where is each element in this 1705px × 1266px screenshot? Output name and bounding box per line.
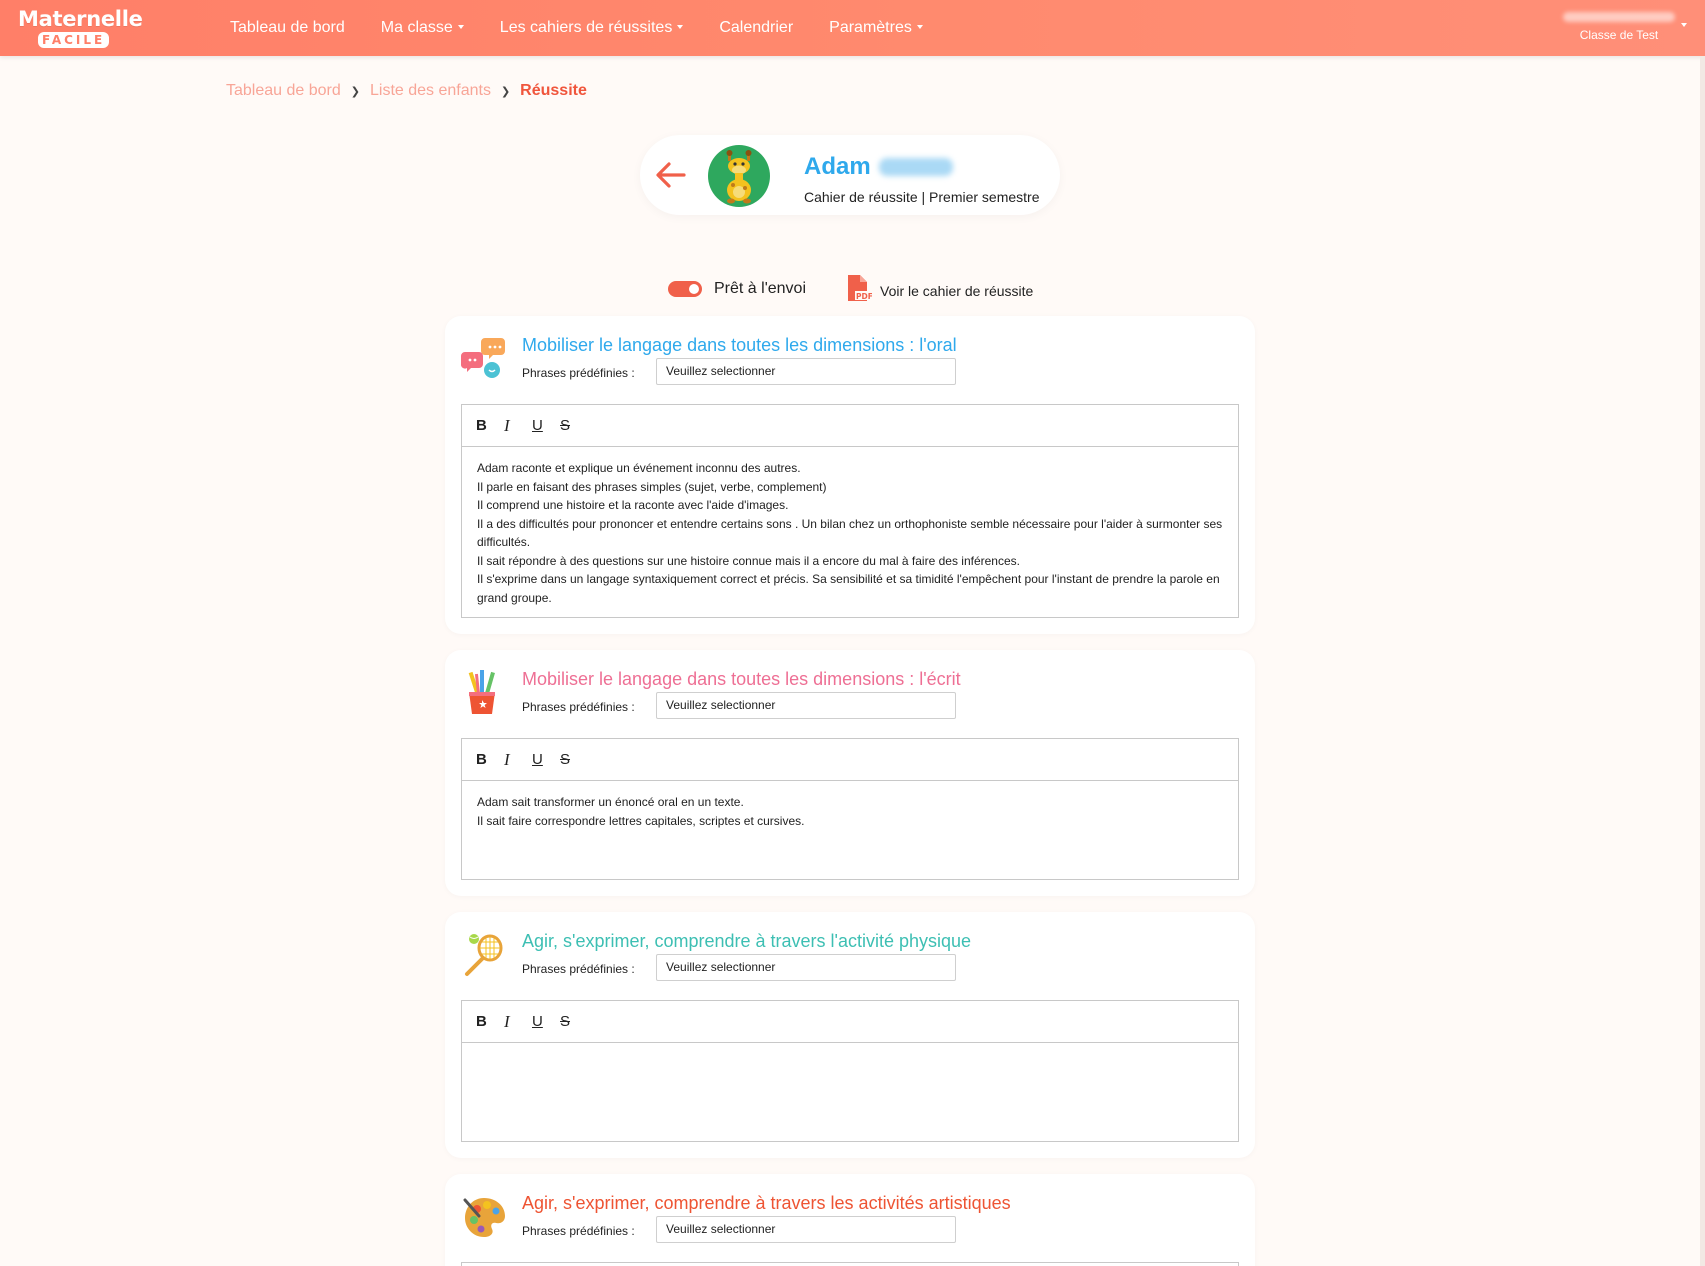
ready-to-send-label: Prêt à l'envoi — [714, 280, 806, 297]
back-arrow-icon[interactable] — [654, 161, 686, 189]
italic-button[interactable]: I — [504, 416, 532, 436]
section-card-activite-physique: Agir, s'exprimer, comprendre à travers l… — [445, 912, 1255, 1158]
strikethrough-button[interactable]: S — [560, 417, 588, 434]
app-logo[interactable]: Maternelle FACILE — [18, 7, 150, 49]
user-menu[interactable]: Classe de Test — [1559, 10, 1679, 42]
nav-success-books-label: Les cahiers de réussites — [499, 19, 673, 36]
breadcrumb-children-list[interactable]: Liste des enfants — [370, 82, 491, 100]
breadcrumb-chevron-icon: ❯ — [350, 85, 360, 98]
editor-line: Adam sait transformer un énoncé oral en … — [477, 795, 744, 809]
user-class-name: Classe de Test — [1579, 28, 1659, 42]
nav-dashboard[interactable]: Tableau de bord — [230, 19, 345, 37]
predefined-phrases-select[interactable]: Veuillez selectionner — [656, 1216, 956, 1243]
student-first-name: Adam — [804, 153, 871, 180]
nav-settings-label: Paramètres — [829, 19, 912, 36]
user-menu-chevron-icon[interactable] — [1681, 23, 1687, 27]
editor-line: Il comprend une histoire et la raconte a… — [477, 498, 789, 512]
underline-button[interactable]: U — [532, 1013, 560, 1030]
top-navbar: Maternelle FACILE Tableau de bord Ma cla… — [0, 0, 1705, 56]
pencil-cup-icon — [468, 670, 495, 714]
scrollbar[interactable] — [1700, 0, 1705, 1266]
chevron-down-icon — [457, 24, 464, 29]
strikethrough-button[interactable]: S — [560, 751, 588, 768]
predefined-phrases-label: Phrases prédéfinies : — [522, 1224, 635, 1238]
chevron-down-icon — [916, 24, 923, 29]
student-last-name-redacted — [878, 158, 953, 176]
palette-icon — [463, 1198, 505, 1237]
student-book-subtitle: Cahier de réussite | Premier semestre — [804, 189, 1040, 205]
section-card-ecrit: Mobiliser le langage dans toutes les dim… — [445, 650, 1255, 896]
italic-button[interactable]: I — [504, 750, 532, 770]
nav-my-class-label: Ma classe — [380, 19, 453, 36]
section-title: Agir, s'exprimer, comprendre à travers l… — [522, 931, 972, 951]
scrollbar-thumb[interactable] — [1700, 0, 1705, 56]
editor-line: Adam raconte et explique un événement in… — [477, 461, 801, 475]
view-success-book-link[interactable]: PDF Voir le cahier de réussite — [846, 274, 1033, 302]
predefined-phrases-select[interactable]: Veuillez selectionner — [656, 692, 956, 719]
rich-text-editor: B I U S — [461, 1000, 1239, 1142]
bold-button[interactable]: B — [476, 1013, 504, 1030]
toggle-switch[interactable] — [668, 281, 702, 297]
italic-button[interactable]: I — [504, 1012, 532, 1032]
section-title: Mobiliser le langage dans toutes les dim… — [522, 335, 957, 355]
chevron-down-icon — [677, 24, 684, 29]
giraffe-icon — [726, 150, 752, 204]
section-card-activites-artistiques: Agir, s'exprimer, comprendre à travers l… — [445, 1174, 1255, 1266]
nav-calendar[interactable]: Calendrier — [719, 19, 793, 37]
predefined-phrases-label: Phrases prédéfinies : — [522, 366, 635, 380]
predefined-phrases-label: Phrases prédéfinies : — [522, 700, 635, 714]
predefined-phrases-select[interactable]: Veuillez selectionner — [656, 358, 956, 385]
section-title: Agir, s'exprimer, comprendre à travers l… — [522, 1193, 1011, 1213]
underline-button[interactable]: U — [532, 751, 560, 768]
editor-content[interactable]: Adam raconte et explique un événement in… — [462, 447, 1238, 619]
predefined-phrases-select[interactable]: Veuillez selectionner — [656, 954, 956, 981]
rich-text-editor — [461, 1262, 1239, 1266]
editor-line: Il s'exprime dans un langage syntaxiquem… — [477, 572, 1220, 605]
avatar — [708, 145, 770, 207]
user-name-redacted — [1563, 12, 1675, 22]
nav-my-class[interactable]: Ma classe — [381, 19, 464, 37]
bold-button[interactable]: B — [476, 751, 504, 768]
section-title: Mobiliser le langage dans toutes les dim… — [522, 669, 961, 689]
editor-line: Il a des difficultés pour prononcer et e… — [477, 516, 1223, 550]
logo-line1: Maternelle — [18, 7, 143, 31]
editor-content[interactable] — [462, 1043, 1238, 1067]
editor-line: Il sait répondre à des questions sur une… — [477, 553, 1020, 568]
breadcrumb-current: Réussite — [520, 82, 587, 99]
student-header: Adam Cahier de réussite | Premier semest… — [640, 135, 1060, 215]
student-name: Adam — [804, 153, 953, 181]
editor-toolbar: B I U S — [462, 405, 1238, 447]
breadcrumb: Tableau de bord ❯ Liste des enfants ❯ Ré… — [226, 82, 587, 100]
editor-toolbar: B I U S — [462, 1001, 1238, 1043]
rich-text-editor: B I U S Adam sait transformer un énoncé … — [461, 738, 1239, 880]
editor-line: Il parle en faisant des phrases simples … — [477, 479, 827, 494]
svg-text:PDF: PDF — [856, 292, 872, 301]
rich-text-editor: B I U S Adam raconte et explique un évén… — [461, 404, 1239, 618]
editor-line: Il sait faire correspondre lettres capit… — [477, 813, 805, 828]
nav-calendar-label: Calendrier — [719, 19, 794, 36]
logo-line2: FACILE — [38, 32, 110, 48]
breadcrumb-chevron-icon: ❯ — [500, 85, 511, 98]
strikethrough-button[interactable]: S — [560, 1013, 588, 1030]
main-nav: Tableau de bord Ma classe Les cahiers de… — [230, 0, 959, 56]
speech-bubbles-icon — [460, 338, 505, 378]
underline-button[interactable]: U — [532, 417, 560, 434]
view-success-book-label: Voir le cahier de réussite — [880, 283, 1034, 299]
nav-success-books[interactable]: Les cahiers de réussites — [500, 19, 684, 37]
ready-to-send-toggle[interactable]: Prêt à l'envoi — [668, 280, 806, 298]
racket-icon — [465, 934, 503, 976]
section-card-oral: Mobiliser le langage dans toutes les dim… — [445, 316, 1255, 634]
editor-toolbar: B I U S — [462, 739, 1238, 781]
nav-settings[interactable]: Paramètres — [829, 19, 923, 37]
bold-button[interactable]: B — [476, 417, 504, 434]
breadcrumb-dashboard[interactable]: Tableau de bord — [226, 82, 341, 100]
pdf-icon: PDF — [848, 275, 872, 301]
predefined-phrases-label: Phrases prédéfinies : — [522, 962, 635, 976]
editor-content[interactable]: Adam sait transformer un énoncé oral en … — [462, 781, 1238, 842]
nav-dashboard-label: Tableau de bord — [230, 19, 345, 36]
